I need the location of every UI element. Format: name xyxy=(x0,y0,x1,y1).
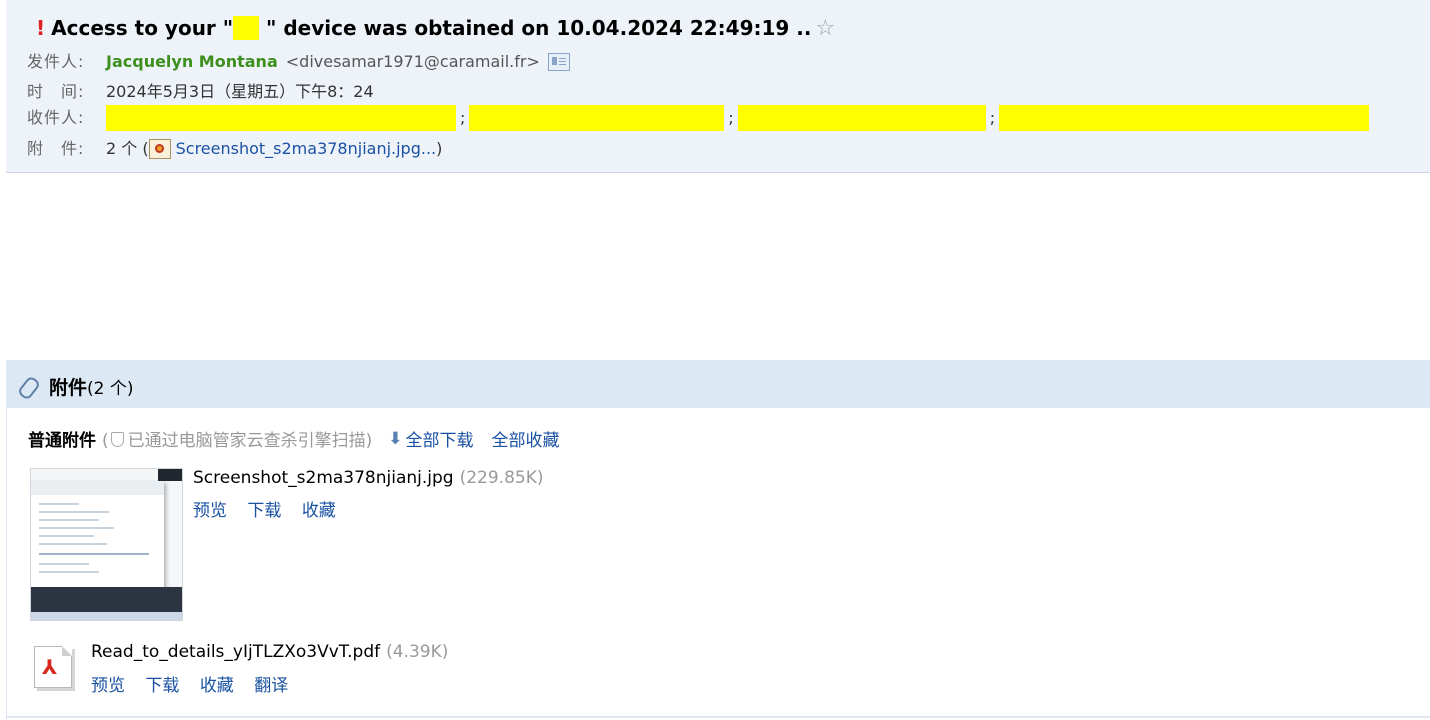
important-icon: ! xyxy=(36,16,46,40)
time-label: 时 间: xyxy=(27,82,85,101)
thumbnail-line xyxy=(39,511,109,513)
preview-button[interactable]: 预览 xyxy=(91,676,125,696)
sender-name[interactable]: Jacquelyn Montana xyxy=(106,50,278,74)
attachment-link[interactable]: Screenshot_s2ma378njianj.jpg... xyxy=(176,137,437,161)
subject-title: Access to your "xx " device was obtained… xyxy=(51,16,811,40)
download-icon[interactable]: ⬇ xyxy=(388,429,402,449)
pdf-glyph: ⅄ xyxy=(42,655,58,679)
paperclip-icon xyxy=(16,375,42,401)
thumbnail-line xyxy=(39,535,94,537)
preview-button[interactable]: 预览 xyxy=(193,501,227,521)
thumbnail-window xyxy=(31,481,164,589)
download-button[interactable]: 下载 xyxy=(145,676,179,696)
thumbnail-line xyxy=(39,503,79,505)
pdf-file-icon[interactable]: ⅄ xyxy=(34,646,72,688)
file-actions: 预览 下载 收藏 xyxy=(193,496,351,521)
recipient-separator: ; xyxy=(728,108,734,127)
collect-button[interactable]: 收藏 xyxy=(200,676,234,696)
thumbnail-line xyxy=(39,553,149,555)
recipient-separator: ; xyxy=(460,108,466,127)
attachments-count: 2 个 ( xyxy=(106,139,149,158)
screenshot-thumbnail[interactable] xyxy=(30,468,183,621)
thumbnail-window-bar xyxy=(31,481,164,495)
collect-all-button[interactable]: 全部收藏 xyxy=(492,426,560,451)
file-size: (229.85K) xyxy=(459,468,544,488)
recipient-redacted xyxy=(106,105,456,131)
attachments-label: 附 件: xyxy=(27,139,85,158)
scan-note-text: 已通过电脑管家云查杀引擎扫描) xyxy=(127,431,373,451)
from-label: 发件人: xyxy=(27,52,85,71)
thumbnail-line xyxy=(39,519,99,521)
thumbnail-taskbar xyxy=(31,612,182,620)
scan-note: ( 已通过电脑管家云查杀引擎扫描) xyxy=(102,426,372,451)
attachment-file-name: Screenshot_s2ma378njianj.jpg (229.85K) xyxy=(193,468,544,488)
recipient-redacted xyxy=(999,105,1370,131)
subject-row: ! Access to your "xx " device was obtain… xyxy=(36,14,835,42)
attachments-title-count: (2 个) xyxy=(87,379,134,399)
sender-email: <divesamar1971@caramail.fr> xyxy=(285,52,540,71)
star-icon[interactable]: ☆ xyxy=(815,16,835,41)
time-value: 2024年5月3日（星期五）下午8：24 xyxy=(106,82,374,101)
mail-header: ! Access to your "xx " device was obtain… xyxy=(6,0,1430,173)
thumbnail-controls xyxy=(158,469,182,481)
translate-button[interactable]: 翻译 xyxy=(254,676,288,696)
thumbnail-line xyxy=(39,543,107,545)
normal-attachments-row: 普通附件 ( 已通过电脑管家云查杀引擎扫描) ⬇ 全部下载 全部收藏 xyxy=(28,426,560,452)
bottom-divider xyxy=(6,716,1430,718)
attachments-bar: 附件(2 个) xyxy=(7,360,1430,408)
recipient-separator: ; xyxy=(989,108,996,127)
contact-card-icon[interactable] xyxy=(547,53,570,71)
attachments-close: ) xyxy=(436,139,443,158)
attachment-file-name: Read_to_details_yIjTLZXo3VvT.pdf (4.39K) xyxy=(91,642,448,662)
file-name-text[interactable]: Read_to_details_yIjTLZXo3VvT.pdf xyxy=(91,642,380,662)
file-name-text[interactable]: Screenshot_s2ma378njianj.jpg xyxy=(193,468,454,488)
file-actions: 预览 下载 收藏 翻译 xyxy=(91,671,303,696)
download-all-button[interactable]: 全部下载 xyxy=(406,426,474,451)
to-row: 收件人: ; ; ; xyxy=(27,105,1370,131)
to-label: 收件人: xyxy=(27,108,85,127)
subject-suffix: " device was obtained on 10.04.2024 22:4… xyxy=(259,16,812,40)
shield-icon xyxy=(110,432,124,447)
subject-redacted-highlight: xx xyxy=(233,16,259,40)
recipient-redacted xyxy=(737,105,986,131)
subject-prefix: Access to your " xyxy=(51,16,234,40)
attachments-panel: 附件(2 个) 普通附件 ( 已通过电脑管家云查杀引擎扫描) ⬇ 全部下载 全部收… xyxy=(6,360,1430,720)
from-row: 发件人: Jacquelyn Montana <divesamar1971@ca… xyxy=(27,50,570,74)
thumbnail-line xyxy=(39,571,99,573)
image-file-icon xyxy=(148,139,171,159)
attachments-title-text: 附件 xyxy=(49,377,88,399)
attachments-title: 附件(2 个) xyxy=(49,373,134,400)
scan-note-open: ( xyxy=(102,431,109,451)
thumbnail-line xyxy=(39,527,114,529)
download-button[interactable]: 下载 xyxy=(247,501,281,521)
attachments-row: 附 件: 2 个 ( Screenshot_s2ma378njianj.jpg.… xyxy=(27,137,442,161)
thumbnail-line xyxy=(39,563,89,565)
recipient-redacted xyxy=(469,105,725,131)
collect-button[interactable]: 收藏 xyxy=(302,501,336,521)
file-size: (4.39K) xyxy=(386,642,449,662)
time-row: 时 间: 2024年5月3日（星期五）下午8：24 xyxy=(27,80,374,104)
normal-attachments-label: 普通附件 xyxy=(28,431,96,451)
